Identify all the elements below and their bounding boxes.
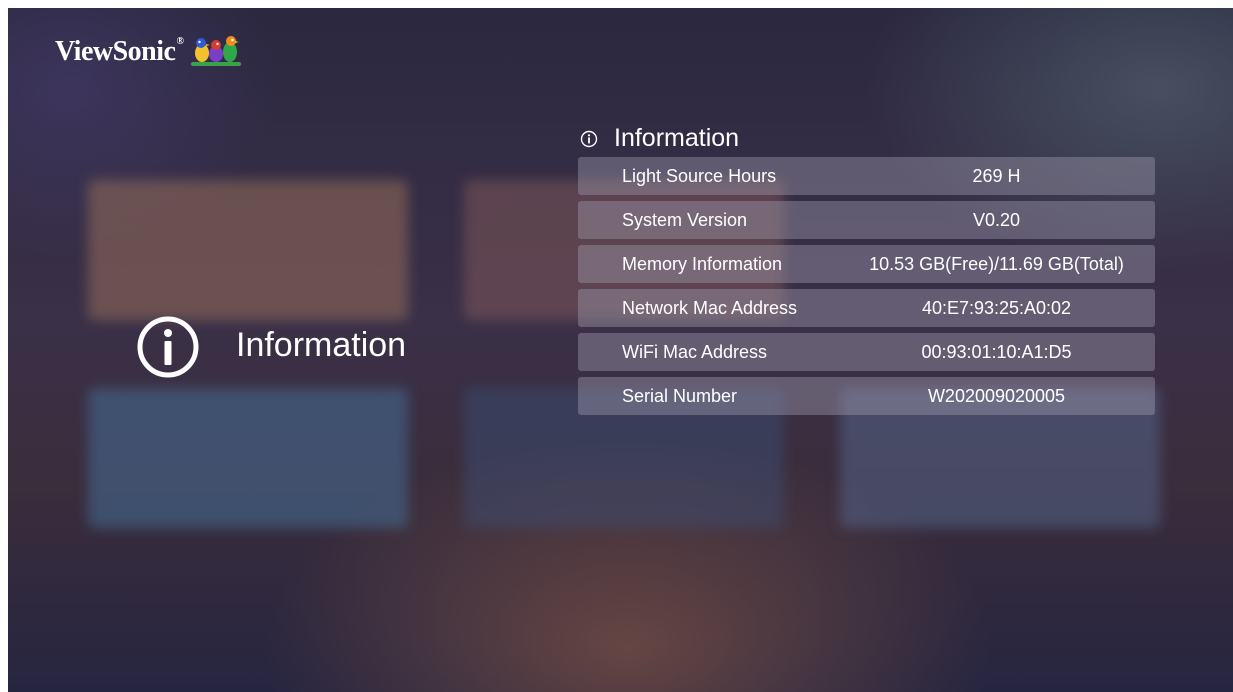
- info-row-memory-information[interactable]: Memory Information 10.53 GB(Free)/11.69 …: [578, 245, 1155, 283]
- info-row-wifi-mac-address[interactable]: WiFi Mac Address 00:93:01:10:A1:D5: [578, 333, 1155, 371]
- projector-screen: ViewSonic® Information Information Light…: [8, 8, 1233, 692]
- info-row-system-version[interactable]: System Version V0.20: [578, 201, 1155, 239]
- info-row-value: 40:E7:93:25:A0:02: [921, 297, 1072, 318]
- background-tile: [88, 388, 408, 528]
- birds-logo-icon: [191, 36, 242, 66]
- info-circle-icon: [580, 130, 598, 147]
- info-row-label: WiFi Mac Address: [622, 341, 768, 362]
- brand-logo: ViewSonic®: [55, 33, 243, 71]
- info-circle-icon: [137, 316, 199, 378]
- info-row-value: 00:93:01:10:A1:D5: [921, 341, 1072, 362]
- info-row-value: 269 H: [972, 165, 1021, 186]
- info-row-value: W202009020005: [927, 385, 1066, 406]
- panel-header: Information: [580, 124, 739, 153]
- background-tile: [88, 180, 408, 320]
- info-row-label: Serial Number: [622, 385, 738, 406]
- info-row-label: Memory Information: [622, 253, 783, 274]
- info-row-value: V0.20: [972, 209, 1021, 230]
- panel-title: Information: [614, 124, 740, 152]
- info-row-value: 10.53 GB(Free)/11.69 GB(Total): [869, 253, 1124, 274]
- registered-mark: ®: [176, 36, 184, 47]
- section-title: Information: [236, 326, 407, 364]
- info-row-label: Light Source Hours: [622, 165, 777, 186]
- info-row-network-mac-address[interactable]: Network Mac Address 40:E7:93:25:A0:02: [578, 289, 1155, 327]
- info-row-light-source-hours[interactable]: Light Source Hours 269 H: [578, 157, 1155, 195]
- information-list: Light Source Hours 269 H System Version …: [578, 157, 1155, 421]
- info-row-label: System Version: [622, 209, 748, 230]
- brand-name: ViewSonic®: [55, 36, 184, 67]
- info-row-serial-number[interactable]: Serial Number W202009020005: [578, 377, 1155, 415]
- info-row-label: Network Mac Address: [622, 297, 798, 318]
